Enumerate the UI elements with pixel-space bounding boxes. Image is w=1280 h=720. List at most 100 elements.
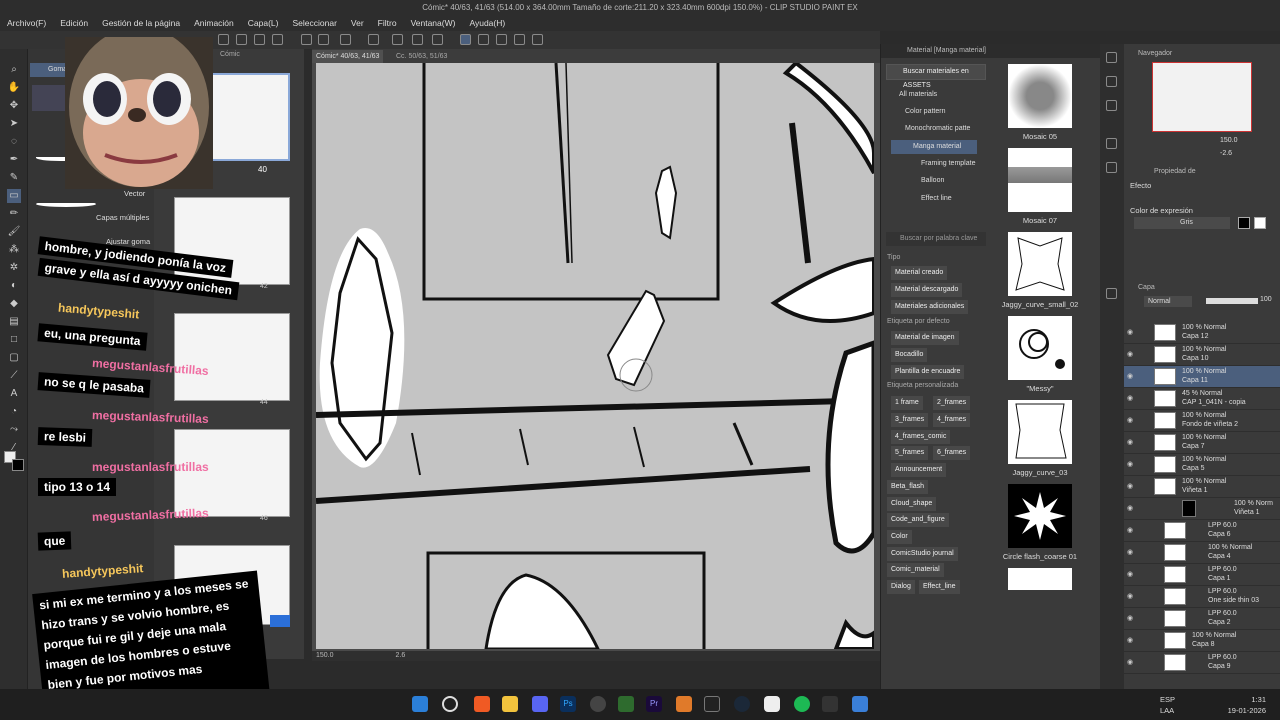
eye-icon[interactable]: ◉	[1127, 372, 1136, 381]
redo-icon[interactable]	[318, 34, 329, 45]
search-layer-icon[interactable]	[1106, 162, 1117, 173]
tag-material-creado[interactable]: Material creado	[891, 266, 948, 280]
tree-balloon[interactable]: Balloon	[921, 174, 944, 188]
transform-icon[interactable]	[392, 34, 403, 45]
save-icon[interactable]	[254, 34, 265, 45]
material-mosaic-07[interactable]	[1008, 148, 1072, 212]
tag-bocadillo[interactable]: Bocadillo	[891, 348, 928, 362]
text-icon[interactable]: A	[7, 387, 21, 401]
layer-row-selected[interactable]: ◉ 100 % Normal Capa 11	[1124, 366, 1280, 388]
drawing-canvas[interactable]	[316, 63, 874, 649]
discord-icon[interactable]	[532, 696, 548, 712]
keyword-search-input[interactable]: Buscar por palabra clave	[886, 232, 986, 246]
tag-comic-material[interactable]: Comic_material	[887, 563, 944, 577]
brave-icon[interactable]	[474, 696, 490, 712]
clip-studio-icon[interactable]	[764, 696, 780, 712]
pen-icon[interactable]: ✎	[7, 171, 21, 185]
material-jaggy-curve-small-02[interactable]	[1008, 232, 1072, 296]
layer-row[interactable]: ◉ LPP 60.0 Capa 9	[1124, 652, 1280, 674]
eye-icon[interactable]: ◉	[1127, 614, 1136, 623]
new-icon[interactable]	[218, 34, 229, 45]
tag-4-frames[interactable]: 4_frames	[933, 413, 971, 427]
eye-icon[interactable]: ◉	[1127, 438, 1136, 447]
eye-icon[interactable]: ◉	[1127, 460, 1136, 469]
affinity-icon[interactable]	[676, 696, 692, 712]
menu-animacion[interactable]: Animación	[187, 16, 241, 31]
rotation-readout[interactable]: 2.6	[395, 652, 405, 659]
navigator-angle[interactable]: -2.6	[1220, 150, 1232, 157]
export-icon[interactable]	[272, 34, 283, 45]
open-icon[interactable]	[236, 34, 247, 45]
frame-border-icon[interactable]: ▢	[7, 351, 21, 365]
tag-materiales-adicionales[interactable]: Materiales adicionales	[891, 300, 969, 314]
figure-icon[interactable]: □	[7, 333, 21, 347]
layer-row[interactable]: ◉ 100 % Normal Fondo de viñeta 2	[1124, 410, 1280, 432]
tree-effect-line[interactable]: Effect line	[921, 192, 952, 206]
snap-ruler-icon[interactable]	[460, 34, 471, 45]
layer-row[interactable]: ◉ 100 % Normal Capa 8	[1124, 630, 1280, 652]
navigator-preview[interactable]	[1152, 62, 1252, 132]
tag-beta-flash[interactable]: Beta_flash	[887, 480, 929, 494]
snap-perspective-icon[interactable]	[532, 34, 543, 45]
tag-dialog[interactable]: Dialog	[887, 580, 915, 594]
tag-code-and-figure[interactable]: Code_and_figure	[887, 513, 949, 527]
eye-icon[interactable]: ◉	[1127, 416, 1136, 425]
move-icon[interactable]: ✥	[7, 99, 21, 113]
undo-icon[interactable]	[301, 34, 312, 45]
clock-time[interactable]: 1:31	[1226, 695, 1266, 704]
gradient-icon[interactable]: ▤	[7, 315, 21, 329]
layer-row[interactable]: ◉ LPP 60.0 One side thin 03	[1124, 586, 1280, 608]
subtool-capas-multiples-label[interactable]: Capas múltiples	[96, 213, 149, 222]
eye-icon[interactable]: ◉	[1127, 636, 1136, 645]
layer-row[interactable]: ◉ LPP 60.0 Capa 6	[1124, 520, 1280, 542]
eye-icon[interactable]: ◉	[1127, 570, 1136, 579]
tab-comic-40[interactable]: Cómic* 40/63, 41/63	[312, 50, 384, 63]
info-icon[interactable]	[1106, 100, 1117, 111]
eraser-icon[interactable]: ▭	[7, 189, 21, 203]
tree-monochromatic-pattern[interactable]: Monochromatic patte	[905, 122, 970, 136]
layer-row[interactable]: ◉ 100 % Normal Capa 5	[1124, 454, 1280, 476]
tag-color[interactable]: Color	[887, 530, 912, 544]
language-indicator[interactable]: ESP	[1160, 695, 1175, 704]
menu-ventana[interactable]: Ventana(W)	[404, 16, 463, 31]
layer-row[interactable]: ◉ 100 % Normal Capa 12	[1124, 322, 1280, 344]
app-icon[interactable]	[618, 696, 634, 712]
tag-4-frames-comic[interactable]: 4_frames_comic	[891, 430, 951, 444]
menu-edicion[interactable]: Edición	[53, 16, 95, 31]
menu-ayuda[interactable]: Ayuda(H)	[462, 16, 512, 31]
tab-comic-50[interactable]: Cc. 50/63, 51/63	[392, 50, 451, 63]
paint-app-icon[interactable]	[852, 696, 868, 712]
opacity-value[interactable]: 100	[1260, 296, 1272, 303]
snap-guide-icon[interactable]	[514, 34, 525, 45]
layer-row[interactable]: ◉ 100 % Normal Viñeta 1	[1124, 476, 1280, 498]
snap-grid-icon[interactable]	[496, 34, 507, 45]
fill-tool-icon[interactable]: ◆	[7, 297, 21, 311]
material-next[interactable]	[1008, 568, 1072, 590]
menu-filtro[interactable]: Filtro	[371, 16, 404, 31]
tag-announcement[interactable]: Announcement	[891, 463, 947, 477]
material-messy[interactable]	[1008, 316, 1072, 380]
tag-comicstudio-journal[interactable]: ComicStudio journal	[887, 547, 958, 561]
subtool-tab-goma[interactable]: Goma	[30, 63, 67, 77]
hand-icon[interactable]: ✋	[7, 81, 21, 95]
tag-5-frames[interactable]: 5_frames	[891, 446, 929, 460]
spotify-icon[interactable]	[794, 696, 810, 712]
tag-3-frames[interactable]: 3_frames	[891, 413, 929, 427]
tag-1-frame[interactable]: 1 frame	[891, 396, 923, 410]
menu-ver[interactable]: Ver	[344, 16, 371, 31]
opacity-slider[interactable]	[1206, 298, 1258, 304]
subview-icon[interactable]	[1106, 76, 1117, 87]
layer-row[interactable]: ◉ 45 % Normal CAP 1_041N - copia	[1124, 388, 1280, 410]
subtool-vector-label[interactable]: Vector	[124, 189, 145, 198]
blend-mode-select[interactable]: Normal	[1144, 296, 1192, 307]
layer-row[interactable]: ◉ LPP 60.0 Capa 2	[1124, 608, 1280, 630]
navigator-zoom[interactable]: 150.0	[1220, 137, 1238, 144]
steam-icon[interactable]	[734, 696, 750, 712]
correct-line-icon[interactable]: ⤳	[7, 423, 21, 437]
tag-cloud-shape[interactable]: Cloud_shape	[887, 497, 937, 511]
chrome-icon[interactable]	[590, 696, 606, 712]
material-jaggy-curve-03[interactable]	[1008, 400, 1072, 464]
menu-capa[interactable]: Capa(L)	[241, 16, 286, 31]
pencil-icon[interactable]: ✏	[7, 207, 21, 221]
capcut-icon[interactable]	[822, 696, 838, 712]
